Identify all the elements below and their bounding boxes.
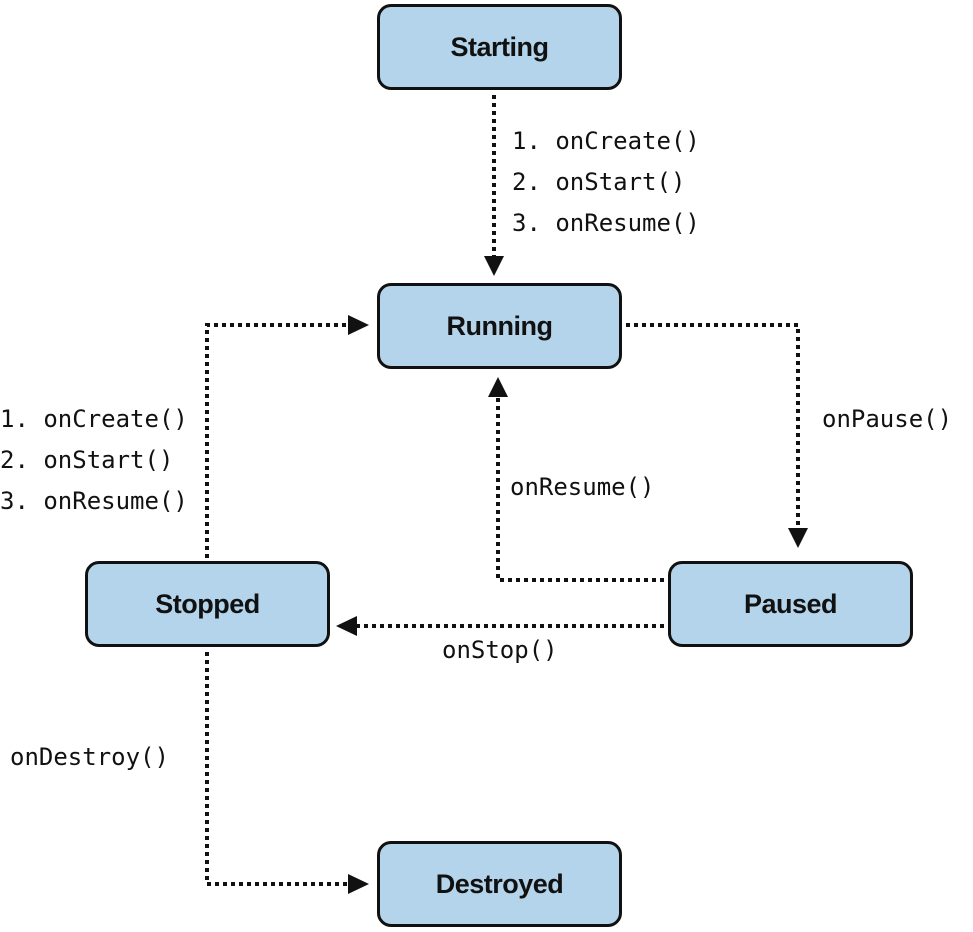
- arrowhead-running-top: [484, 256, 504, 276]
- label-stopped-running-1: 1. onCreate(): [0, 405, 188, 433]
- arrowhead-stopped-right: [336, 616, 357, 636]
- label-stopped-running-2: 2. onStart(): [0, 446, 174, 474]
- label-stopped-running-3: 3. onResume(): [0, 487, 188, 515]
- state-stopped: Stopped: [85, 561, 330, 647]
- label-on-pause: onPause(): [822, 405, 953, 433]
- label-on-stop: onStop(): [442, 636, 558, 664]
- label-starting-running-1: 1. onCreate(): [512, 127, 700, 155]
- state-starting: Starting: [377, 4, 622, 90]
- arrowhead-running-bottom: [488, 377, 508, 397]
- label-on-destroy: onDestroy(): [10, 743, 169, 771]
- arrowhead-running-left: [348, 315, 369, 335]
- state-destroyed: Destroyed: [377, 841, 622, 927]
- label-starting-running-3: 3. onResume(): [512, 209, 700, 237]
- arrow-stopped-to-destroyed: [205, 652, 350, 886]
- arrow-stopped-to-running: [205, 323, 350, 558]
- state-running: Running: [377, 283, 622, 369]
- arrowhead-destroyed-left: [348, 874, 369, 894]
- label-starting-running-2: 2. onStart(): [512, 168, 686, 196]
- label-on-resume: onResume(): [510, 473, 655, 501]
- state-paused: Paused: [668, 561, 913, 647]
- arrowhead-paused-top: [788, 528, 808, 548]
